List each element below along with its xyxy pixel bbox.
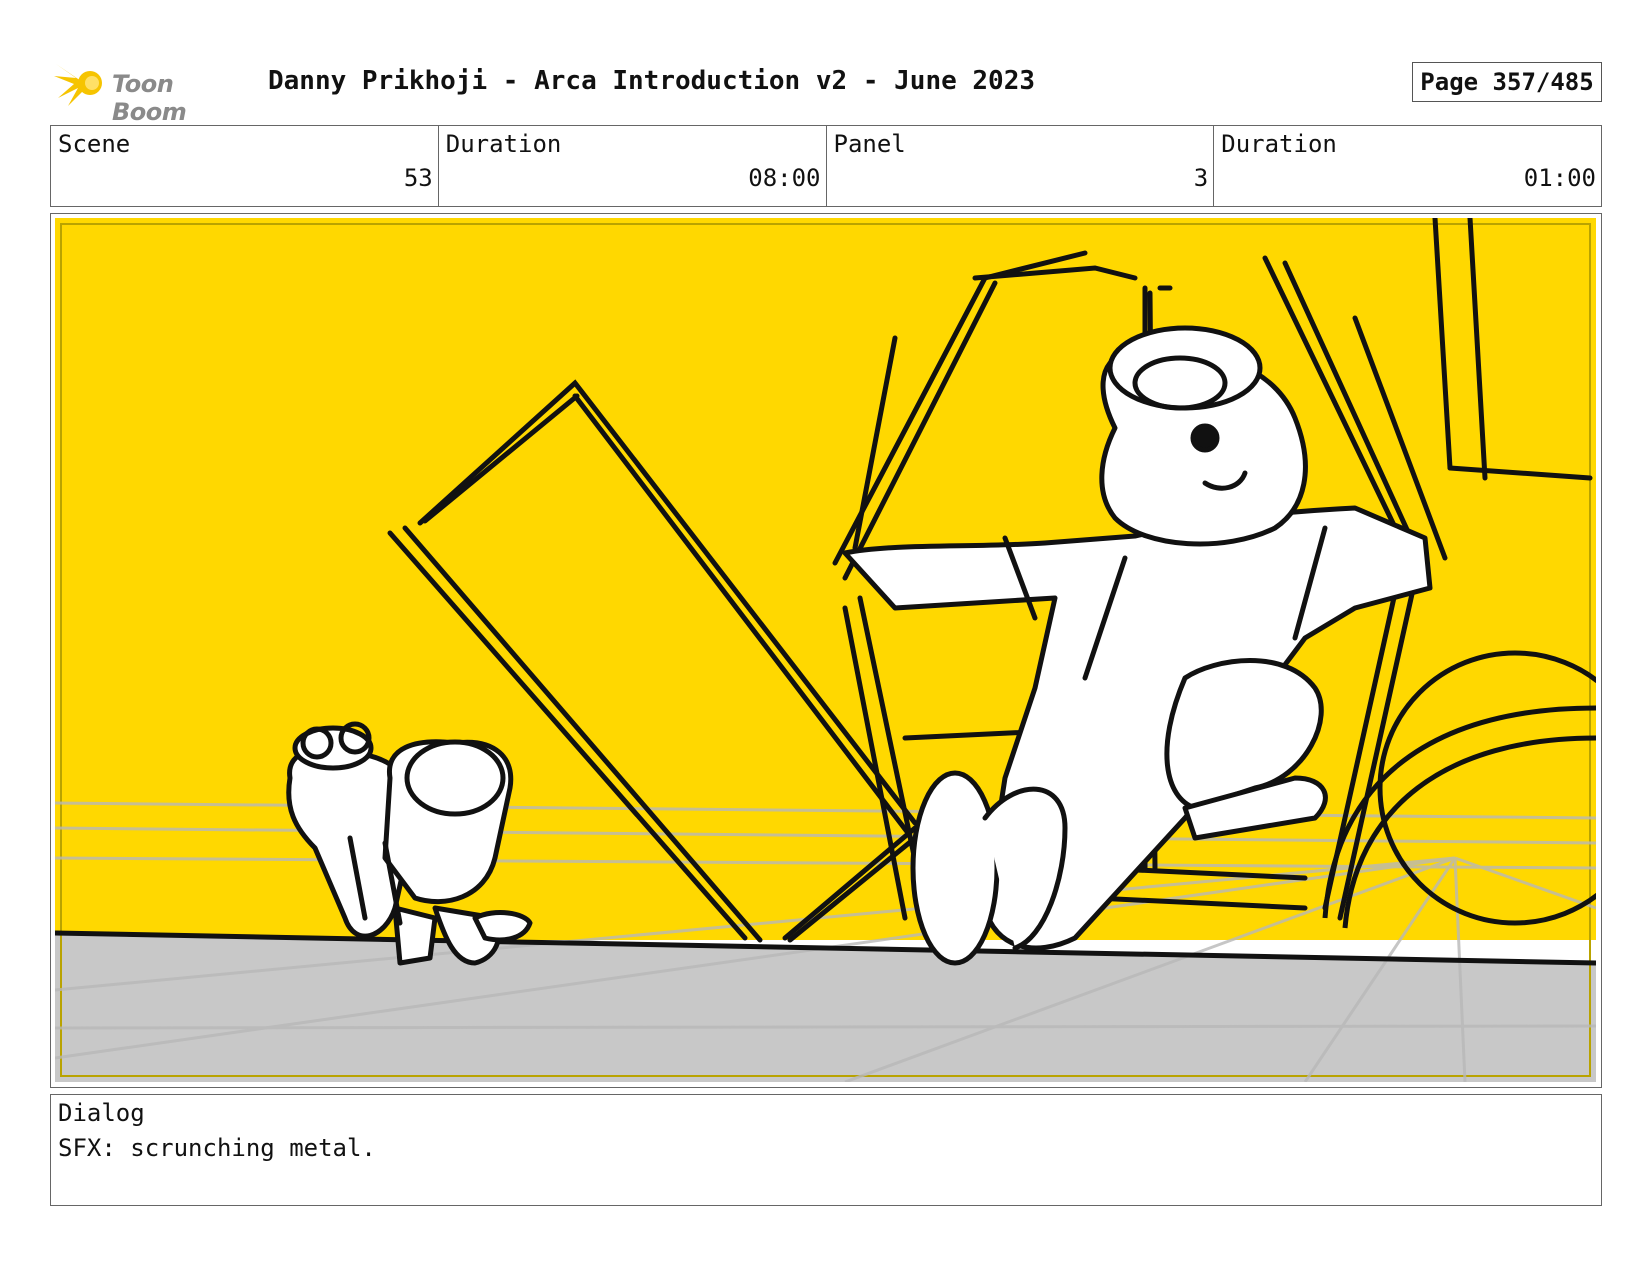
page-header: Toon Boom Danny Prikhoji - Arca Introduc…	[50, 56, 1610, 126]
panel-duration-label: Duration	[1221, 130, 1337, 158]
scene-duration-value: 08:00	[748, 164, 821, 192]
dialog-box: Dialog SFX: scrunching metal.	[50, 1094, 1602, 1206]
dialog-text: SFX: scrunching metal.	[58, 1134, 376, 1162]
storyboard-panel	[50, 213, 1602, 1088]
document-title: Danny Prikhoji - Arca Introduction v2 - …	[268, 66, 1036, 96]
panel-value: 3	[1193, 164, 1209, 192]
panel-label: Panel	[833, 130, 906, 158]
gray-floor	[55, 933, 1596, 1082]
scene-value: 53	[403, 164, 433, 192]
panel-duration-value: 01:00	[1523, 164, 1596, 192]
starburst-icon	[54, 64, 102, 106]
logo-text: Toon Boom	[112, 70, 187, 126]
page-indicator: Page 357/485	[1412, 62, 1602, 102]
panel-cell: Panel 3	[827, 126, 1215, 206]
scene-label: Scene	[58, 130, 131, 158]
toon-boom-logo: Toon Boom	[54, 58, 254, 126]
dialog-label: Dialog	[58, 1099, 145, 1127]
scene-info-row: Scene 53 Duration 08:00 Panel 3 Duration…	[50, 125, 1602, 207]
scene-duration-cell: Duration 08:00	[439, 126, 827, 206]
panel-duration-cell: Duration 01:00	[1214, 126, 1601, 206]
scene-duration-label: Duration	[445, 130, 562, 158]
panel-drawing	[55, 218, 1596, 1082]
scene-cell: Scene 53	[51, 126, 439, 206]
